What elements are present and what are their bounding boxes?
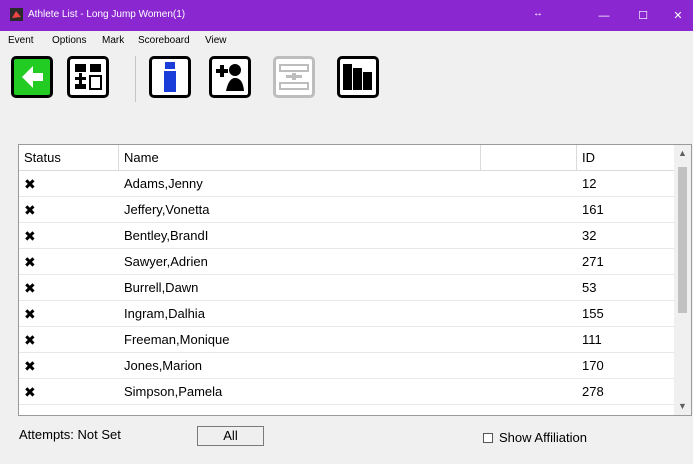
athlete-id: 161	[582, 202, 604, 217]
athlete-name: Ingram,Dalhia	[124, 306, 205, 321]
info-icon	[164, 62, 176, 92]
scroll-thumb[interactable]	[678, 167, 687, 313]
rank-order-button[interactable]	[337, 56, 379, 98]
column-header-status[interactable]: Status	[19, 145, 119, 171]
resize-icon: ↔	[533, 8, 543, 19]
status-icon: ✖	[24, 384, 36, 400]
back-button[interactable]	[11, 56, 53, 98]
athlete-name: Adams,Jenny	[124, 176, 203, 191]
athlete-name: Simpson,Pamela	[124, 384, 223, 399]
table-row[interactable]: ✖ Freeman,Monique 111	[19, 327, 675, 353]
table-row[interactable]: ✖ Bentley,BrandI 32	[19, 223, 675, 249]
column-header-name[interactable]: Name	[119, 145, 481, 171]
athlete-list[interactable]: Status Name ID ✖ Adams,Jenny 12 ✖ Jeffer…	[18, 144, 692, 416]
vertical-scrollbar[interactable]: ▲ ▼	[674, 145, 691, 415]
athlete-id: 32	[582, 228, 597, 243]
rank-order-icon	[343, 64, 372, 90]
status-icon: ✖	[24, 176, 36, 192]
show-affiliation-checkbox[interactable]: Show Affiliation	[483, 430, 587, 445]
close-button[interactable]: ✕	[660, 6, 693, 26]
status-icon: ✖	[24, 280, 36, 296]
flowchart-button[interactable]	[67, 56, 109, 98]
list-header: Status Name ID	[19, 145, 675, 171]
window-title: Athlete List - Long Jump Women(1)	[28, 9, 186, 20]
athlete-id: 53	[582, 280, 597, 295]
maximize-button[interactable]: ☐	[625, 6, 661, 26]
info-button[interactable]	[149, 56, 191, 98]
measure-icon	[279, 64, 309, 90]
status-icon: ✖	[24, 332, 36, 348]
menu-options[interactable]: Options	[52, 35, 86, 46]
toolbar	[0, 50, 693, 114]
status-icon: ✖	[24, 358, 36, 374]
attempts-label: Attempts: Not Set	[19, 427, 121, 442]
scroll-down-icon[interactable]: ▼	[674, 398, 691, 415]
add-athlete-icon	[216, 64, 244, 91]
athlete-name: Jones,Marion	[124, 358, 203, 373]
measure-button[interactable]	[273, 56, 315, 98]
athlete-name: Freeman,Monique	[124, 332, 230, 347]
status-icon: ✖	[24, 228, 36, 244]
add-athlete-button[interactable]	[209, 56, 251, 98]
table-row[interactable]: ✖ Simpson,Pamela 278	[19, 379, 675, 405]
athlete-name: Bentley,BrandI	[124, 228, 209, 243]
athlete-id: 271	[582, 254, 604, 269]
menu-scoreboard[interactable]: Scoreboard	[138, 35, 190, 46]
athlete-name: Jeffery,Vonetta	[124, 202, 210, 217]
athlete-id: 155	[582, 306, 604, 321]
status-icon: ✖	[24, 306, 36, 322]
scroll-up-icon[interactable]: ▲	[674, 145, 691, 162]
athlete-id: 12	[582, 176, 597, 191]
menu-bar: Event Options Mark Scoreboard View	[0, 31, 693, 50]
athlete-name: Sawyer,Adrien	[124, 254, 208, 269]
table-row[interactable]: ✖ Jones,Marion 170	[19, 353, 675, 379]
menu-event[interactable]: Event	[8, 35, 34, 46]
show-affiliation-label: Show Affiliation	[499, 430, 587, 445]
athlete-id: 170	[582, 358, 604, 373]
menu-view[interactable]: View	[205, 35, 227, 46]
menu-mark[interactable]: Mark	[102, 35, 124, 46]
athlete-id: 278	[582, 384, 604, 399]
minimize-button[interactable]: —	[586, 6, 622, 26]
athlete-id: 111	[582, 332, 602, 347]
column-header-id[interactable]: ID	[577, 145, 675, 171]
back-arrow-icon	[22, 66, 43, 88]
table-row[interactable]: ✖ Adams,Jenny 12	[19, 171, 675, 197]
title-bar: Athlete List - Long Jump Women(1) ↔ — ☐ …	[0, 0, 693, 31]
table-row[interactable]: ✖ Ingram,Dalhia 155	[19, 301, 675, 327]
column-header-blank[interactable]	[481, 145, 577, 171]
athlete-name: Burrell,Dawn	[124, 280, 199, 295]
table-row[interactable]: ✖ Burrell,Dawn 53	[19, 275, 675, 301]
app-icon	[10, 8, 23, 21]
status-icon: ✖	[24, 202, 36, 218]
all-button[interactable]: All	[197, 426, 264, 446]
status-icon: ✖	[24, 254, 36, 270]
checkbox-icon[interactable]	[483, 433, 493, 443]
table-row[interactable]: ✖ Jeffery,Vonetta 161	[19, 197, 675, 223]
toolbar-separator	[135, 56, 136, 102]
table-row[interactable]: ✖ Sawyer,Adrien 271	[19, 249, 675, 275]
flowchart-icon	[75, 64, 102, 90]
